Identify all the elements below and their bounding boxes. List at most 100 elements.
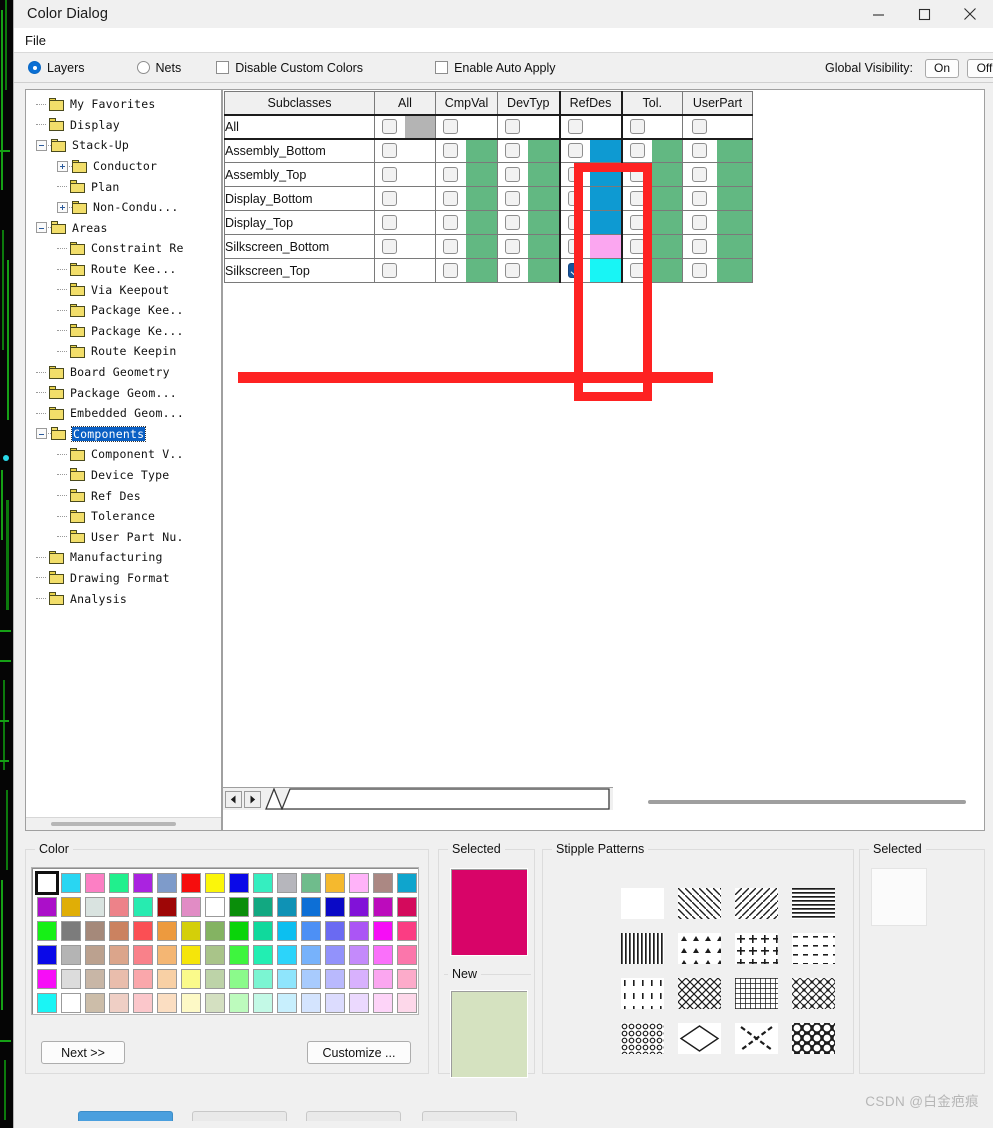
palette-swatch[interactable] — [155, 991, 179, 1015]
dialog-cancel-button[interactable] — [192, 1111, 287, 1121]
tree-item[interactable]: Package Ke... — [30, 321, 221, 342]
visibility-checkbox[interactable] — [692, 143, 708, 159]
visibility-checkbox[interactable] — [505, 119, 521, 135]
visibility-checkbox[interactable] — [382, 191, 398, 207]
cell-checkbox-container[interactable] — [681, 258, 717, 283]
visibility-checkbox[interactable] — [443, 119, 459, 135]
table-header-tol-[interactable]: Tol. — [620, 91, 683, 116]
cell-checkbox-container[interactable] — [681, 114, 717, 140]
visibility-checkbox[interactable] — [629, 119, 645, 135]
menu-item-file[interactable]: File — [18, 31, 53, 50]
cell-checkbox-container[interactable] — [496, 186, 528, 211]
palette-swatch[interactable] — [323, 919, 347, 943]
visibility-checkbox[interactable] — [567, 191, 583, 207]
cell-color-swatch[interactable] — [527, 234, 560, 259]
visibility-checkbox[interactable] — [567, 239, 583, 255]
visibility-checkbox[interactable] — [443, 167, 459, 183]
minimize-icon[interactable] — [855, 0, 901, 28]
cell-checkbox-container[interactable] — [558, 114, 590, 140]
table-horizontal-scrollbar[interactable] — [648, 796, 978, 808]
cell-checkbox-container[interactable] — [374, 234, 405, 259]
tree-item[interactable]: Package Geom... — [30, 382, 221, 403]
tree-item[interactable]: Drawing Format — [30, 568, 221, 589]
cell-checkbox-container[interactable] — [620, 138, 652, 163]
palette-swatch[interactable] — [371, 871, 395, 895]
palette-swatch[interactable] — [35, 919, 59, 943]
radio-nets[interactable]: Nets — [136, 61, 181, 75]
palette-swatch[interactable] — [179, 991, 203, 1015]
checkbox-disable-custom-colors[interactable]: Disable Custom Colors — [216, 61, 363, 75]
cell-color-swatch[interactable] — [716, 162, 753, 187]
cell-checkbox-container[interactable] — [496, 138, 528, 163]
palette-swatch[interactable] — [323, 871, 347, 895]
palette-swatch[interactable] — [275, 991, 299, 1015]
palette-swatch[interactable] — [227, 991, 251, 1015]
cell-checkbox-container[interactable] — [620, 234, 652, 259]
palette-swatch[interactable] — [299, 967, 323, 991]
palette-swatch[interactable] — [203, 943, 227, 967]
palette-swatch[interactable] — [179, 895, 203, 919]
palette-swatch[interactable] — [347, 967, 371, 991]
tree-item[interactable]: Analysis — [30, 588, 221, 609]
cell-color-swatch[interactable] — [651, 258, 683, 283]
table-header-refdes[interactable]: RefDes — [558, 91, 622, 116]
cell-color-swatch[interactable] — [527, 186, 560, 211]
dialog-ok-button[interactable] — [78, 1111, 173, 1121]
table-row[interactable]: Display_Bottom — [224, 186, 753, 211]
cell-checkbox-container[interactable] — [681, 186, 717, 211]
table-row[interactable]: Silkscreen_Top — [224, 258, 753, 283]
cell-checkbox-container[interactable] — [434, 186, 466, 211]
visibility-checkbox[interactable] — [505, 191, 521, 207]
visibility-checkbox[interactable] — [443, 191, 459, 207]
stipple-pattern-vertical-lines[interactable] — [621, 933, 678, 978]
palette-swatch[interactable] — [347, 919, 371, 943]
close-icon[interactable] — [947, 0, 993, 28]
palette-swatch[interactable] — [155, 919, 179, 943]
expand-icon[interactable] — [57, 201, 68, 213]
palette-swatch[interactable] — [251, 895, 275, 919]
palette-swatch[interactable] — [251, 967, 275, 991]
palette-swatch[interactable] — [275, 919, 299, 943]
palette-swatch[interactable] — [203, 871, 227, 895]
tree-item[interactable]: Package Kee.. — [30, 300, 221, 321]
palette-swatch[interactable] — [323, 895, 347, 919]
cell-checkbox-container[interactable] — [558, 210, 590, 235]
palette-swatch[interactable] — [59, 991, 83, 1015]
cell-checkbox-container[interactable] — [558, 186, 590, 211]
visibility-checkbox[interactable] — [629, 239, 645, 255]
stipple-pattern-plus-marks[interactable] — [735, 933, 792, 978]
cell-color-swatch[interactable] — [651, 114, 683, 140]
palette-swatch[interactable] — [203, 967, 227, 991]
table-header-userpart[interactable]: UserPart — [682, 91, 753, 116]
cell-checkbox-container[interactable] — [620, 114, 652, 140]
cell-color-swatch[interactable] — [651, 186, 683, 211]
tree-item[interactable]: Via Keepout — [30, 279, 221, 300]
cell-color-swatch[interactable] — [527, 210, 560, 235]
visibility-checkbox[interactable] — [567, 143, 583, 159]
palette-swatch[interactable] — [107, 871, 131, 895]
visibility-checkbox[interactable] — [382, 119, 398, 135]
tree-item[interactable]: Constraint Re — [30, 238, 221, 259]
cell-color-swatch[interactable] — [404, 234, 436, 259]
tab-strip[interactable] — [223, 787, 613, 810]
palette-swatch[interactable] — [395, 967, 419, 991]
palette-swatch[interactable] — [179, 943, 203, 967]
visibility-checkbox[interactable] — [692, 119, 708, 135]
customize-button[interactable]: Customize ... — [307, 1041, 411, 1064]
scroll-right-icon[interactable] — [244, 790, 261, 808]
cell-color-swatch[interactable] — [589, 258, 622, 283]
cell-checkbox-container[interactable] — [434, 114, 466, 140]
cell-color-swatch[interactable] — [651, 210, 683, 235]
palette-swatch[interactable] — [395, 991, 419, 1015]
stipple-pattern-dotted-diamond[interactable] — [792, 978, 849, 1023]
visibility-checkbox[interactable] — [629, 263, 645, 279]
table-scrollbar-thumb[interactable] — [648, 800, 966, 804]
tree-horizontal-scrollbar[interactable] — [26, 817, 221, 830]
palette-swatch[interactable] — [227, 871, 251, 895]
cell-checkbox-container[interactable] — [496, 258, 528, 283]
stipple-pattern-bold-checker-diamond[interactable] — [792, 1023, 849, 1068]
visibility-checkbox[interactable] — [629, 215, 645, 231]
cell-checkbox-container[interactable] — [620, 186, 652, 211]
cell-color-swatch[interactable] — [404, 114, 436, 140]
cell-checkbox-container[interactable] — [496, 114, 528, 140]
